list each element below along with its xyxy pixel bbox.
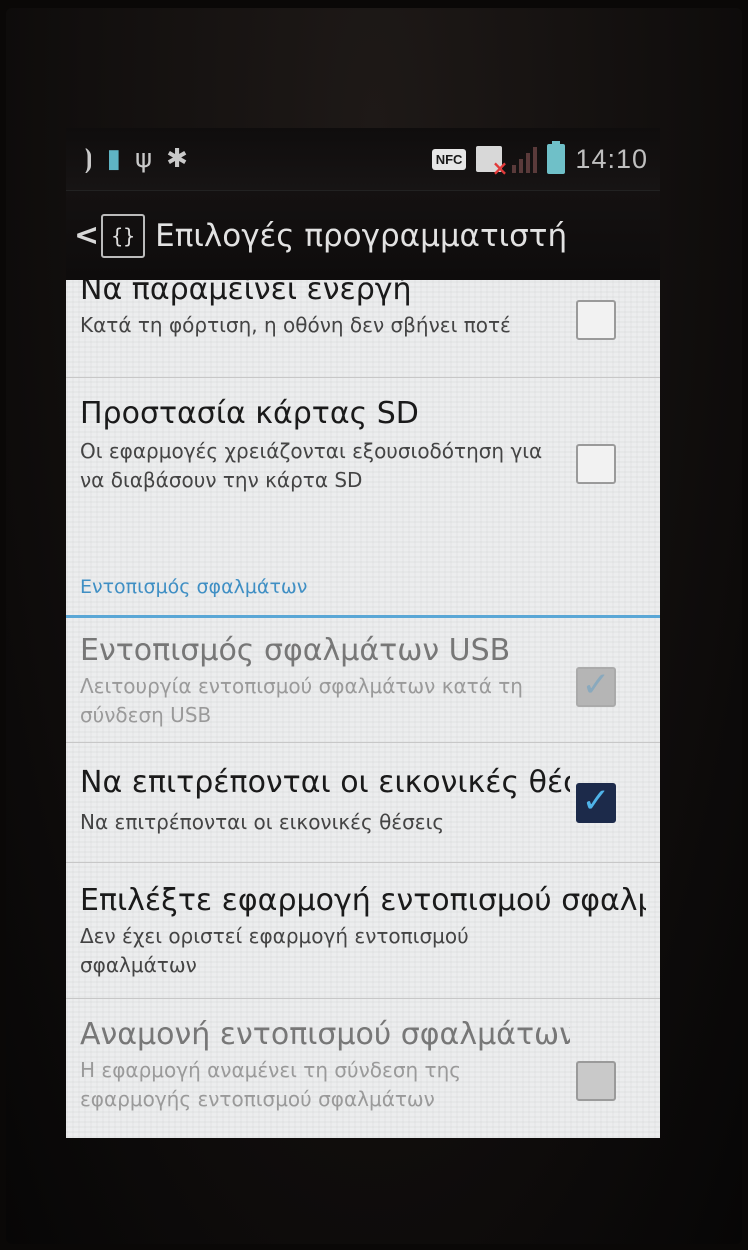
usb-icon: ψ (134, 144, 153, 174)
pref-title: Επιλέξτε εφαρμογή εντοπισμού σφαλμάτων (80, 883, 646, 918)
pref-summary: Κατά τη φόρτιση, η οθόνη δεν σβήνει ποτέ (80, 313, 511, 337)
pref-title: Αναμονή εντοπισμού σφαλμάτων (80, 1017, 570, 1052)
mock-locations-checkbox[interactable]: ✓ (576, 783, 616, 823)
pref-title: Να παραμείνει ενεργή (80, 280, 412, 307)
stay-awake-checkbox[interactable] (576, 300, 616, 340)
status-bar-left: ⦘ ▮ ψ ✱ (84, 146, 188, 172)
pref-title: Να επιτρέπονται οι εικονικές θέσεις (80, 765, 570, 800)
sd-card-icon: ▮ (106, 144, 121, 174)
action-bar[interactable]: < {} Επιλογές προγραμματιστή (66, 190, 660, 280)
pref-wait-for-debugger[interactable]: Αναμονή εντοπισμού σφαλμάτων Η εφαρμογή … (66, 999, 660, 1138)
signal-waves-icon: ⦘ (84, 144, 93, 174)
status-time: 14:10 (575, 143, 648, 174)
check-icon: ✓ (581, 781, 611, 821)
usb-debugging-checkbox[interactable]: ✓ (576, 667, 616, 707)
developer-options-icon[interactable]: {} (101, 213, 146, 258)
pref-summary: Οι εφαρμογές χρειάζονται εξουσιοδότηση γ… (80, 439, 543, 492)
pref-summary: Δεν έχει οριστεί εφαρμογή εντοπισμού σφα… (80, 924, 469, 977)
page-title: Επιλογές προγραμματιστή (155, 217, 568, 254)
pref-summary: Να επιτρέπονται οι εικονικές θέσεις (80, 810, 445, 834)
pref-summary: Η εφαρμογή αναμένει τη σύνδεση της εφαρμ… (80, 1058, 461, 1111)
no-sim-icon (476, 146, 508, 180)
nfc-icon: NFC (431, 148, 467, 170)
pref-usb-debugging[interactable]: Εντοπισμός σφαλμάτων USB Λειτουργία εντο… (66, 621, 660, 743)
pref-title: Εντοπισμός σφαλμάτων USB (80, 633, 511, 668)
cell-signal-icon (512, 145, 538, 173)
phone-screen: ⦘ ▮ ψ ✱ NFC 14:10 < {} Επιλογές προγραμμ… (66, 128, 660, 1138)
category-debugging: Εντοπισμός σφαλμάτων (66, 576, 660, 618)
check-icon: ✓ (581, 665, 611, 705)
wait-for-debugger-checkbox[interactable] (576, 1061, 616, 1101)
protect-sd-checkbox[interactable] (576, 444, 616, 484)
pref-select-debug-app[interactable]: Επιλέξτε εφαρμογή εντοπισμού σφαλμάτων Δ… (66, 863, 660, 999)
preferences-list[interactable]: Να παραμείνει ενεργή Κατά τη φόρτιση, η … (66, 280, 660, 1138)
status-bar-right: NFC 14:10 (431, 141, 648, 180)
pref-protect-sd-card[interactable]: Προστασία κάρτας SD Οι εφαρμογές χρειάζο… (66, 378, 660, 576)
pref-allow-mock-locations[interactable]: Να επιτρέπονται οι εικονικές θέσεις Να ε… (66, 743, 660, 863)
pref-summary: Λειτουργία εντοπισμού σφαλμάτων κατά τη … (80, 674, 523, 727)
back-icon[interactable]: < (74, 218, 99, 253)
pref-title: Προστασία κάρτας SD (80, 396, 419, 431)
status-bar: ⦘ ▮ ψ ✱ NFC 14:10 (66, 128, 660, 190)
category-label: Εντοπισμός σφαλμάτων (80, 576, 308, 598)
battery-icon (547, 141, 566, 174)
pref-stay-awake[interactable]: Να παραμείνει ενεργή Κατά τη φόρτιση, η … (66, 280, 660, 378)
android-debug-icon: ✱ (166, 144, 188, 174)
